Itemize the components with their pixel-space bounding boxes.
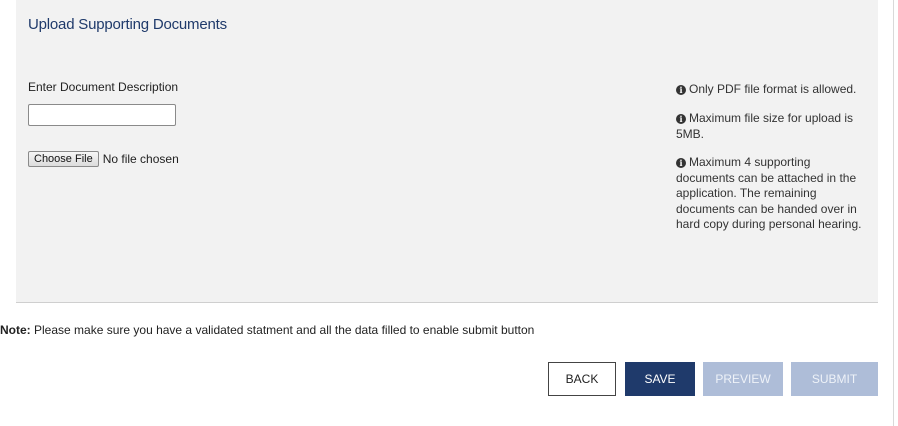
- save-button[interactable]: SAVE: [625, 362, 695, 396]
- info-item-text: Only PDF file format is allowed.: [689, 82, 857, 96]
- info-item-limit: i Maximum 4 supporting documents can be a…: [676, 155, 870, 233]
- file-status-text: No file chosen: [102, 152, 179, 166]
- info-item-text: Maximum file size for upload is 5MB.: [676, 111, 854, 141]
- submit-button[interactable]: SUBMIT: [791, 362, 878, 396]
- file-upload-control: Choose File No file chosen: [28, 151, 179, 167]
- note-prefix: Note:: [0, 323, 31, 337]
- info-item-format: i Only PDF file format is allowed.: [676, 82, 870, 98]
- info-item-text: Maximum 4 supporting documents can be at…: [676, 155, 862, 231]
- submit-note: Note: Please make sure you have a valida…: [0, 323, 534, 337]
- document-description-input[interactable]: [28, 104, 176, 126]
- info-circle-icon: i: [676, 85, 686, 95]
- upload-documents-panel: Upload Supporting Documents Enter Docume…: [16, 0, 878, 303]
- document-description-label: Enter Document Description: [28, 80, 179, 94]
- preview-button[interactable]: PREVIEW: [703, 362, 783, 396]
- info-item-size: i Maximum file size for upload is 5MB.: [676, 111, 870, 142]
- page-right-border: [893, 0, 894, 426]
- back-button[interactable]: BACK: [548, 362, 616, 396]
- section-title: Upload Supporting Documents: [28, 16, 227, 33]
- info-circle-icon: i: [676, 114, 686, 124]
- note-text: Please make sure you have a validated st…: [34, 323, 535, 337]
- choose-file-button[interactable]: Choose File: [28, 151, 99, 167]
- info-circle-icon: i: [676, 158, 686, 168]
